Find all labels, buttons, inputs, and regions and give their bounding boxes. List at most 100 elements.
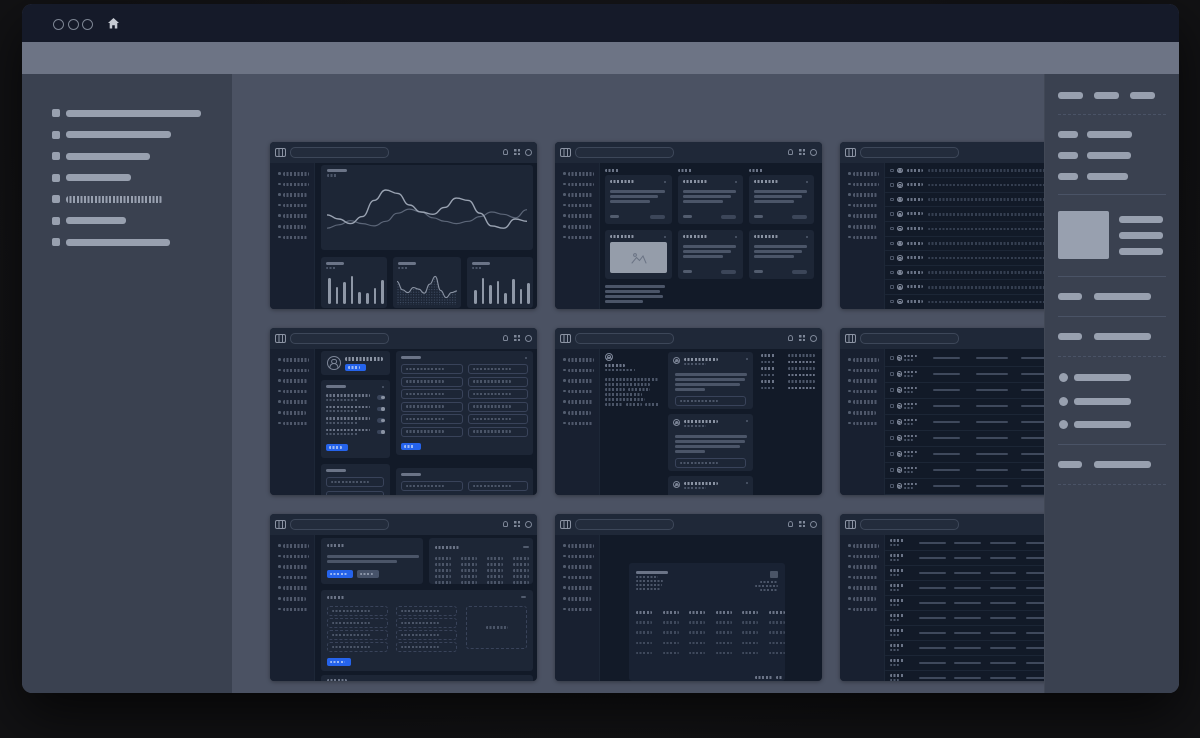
mini-input-field[interactable] [468, 481, 528, 491]
profile-edit-button[interactable] [345, 364, 366, 371]
mini-input-field[interactable] [468, 414, 528, 424]
sidebar-item-1[interactable] [22, 106, 232, 120]
kanban-task-card[interactable] [749, 230, 814, 279]
sidebar-item-2[interactable] [22, 128, 232, 142]
inbox-row-checkbox[interactable] [890, 285, 894, 289]
mini-input-field[interactable] [468, 402, 528, 412]
feed-post-card[interactable] [668, 476, 753, 495]
table-row-checkbox[interactable] [890, 356, 894, 360]
feed-post-card[interactable] [668, 414, 753, 471]
inbox-row-checkbox[interactable] [890, 300, 894, 304]
kanban-task-card[interactable] [749, 175, 814, 224]
save-button[interactable] [326, 444, 348, 451]
table-row-checkbox[interactable] [890, 468, 894, 472]
mini-nav-bullet [848, 597, 851, 600]
button-label-scribble [329, 446, 342, 449]
inspector-tab-3[interactable] [1130, 92, 1155, 99]
dashboard-thumbnail-settings-page[interactable] [270, 328, 537, 495]
mini-secondary-button[interactable] [357, 570, 379, 578]
mini-nav-label-placeholder [568, 555, 594, 559]
inbox-row-checkbox[interactable] [890, 169, 894, 173]
traffic-light-2[interactable] [68, 19, 79, 30]
mini-input-field[interactable] [401, 377, 463, 387]
table-row-checkbox[interactable] [890, 388, 894, 392]
mini-input-field[interactable] [326, 477, 384, 487]
setting-toggle[interactable] [377, 418, 385, 423]
mini-input-field[interactable] [401, 414, 463, 424]
mini-input-field[interactable] [327, 606, 388, 616]
table-row-checkbox[interactable] [890, 484, 894, 488]
mini-input-field[interactable] [468, 364, 528, 374]
sidebar-item-6[interactable] [22, 214, 232, 228]
mini-input-field[interactable] [396, 642, 457, 652]
dashboard-thumbnail-invoice-document[interactable] [555, 514, 822, 681]
inbox-row-checkbox[interactable] [890, 227, 894, 231]
mini-input-field[interactable] [401, 364, 463, 374]
home-icon[interactable] [107, 17, 120, 30]
primary-action-button[interactable] [327, 570, 353, 578]
kanban-task-card[interactable] [605, 230, 672, 279]
table-row-checkbox[interactable] [890, 372, 894, 376]
submit-button[interactable] [401, 443, 421, 450]
dashboard-thumbnail-form-page[interactable] [270, 514, 537, 681]
task-meta-placeholder [610, 215, 619, 218]
mini-input-field[interactable] [327, 630, 388, 640]
table-row-avatar [897, 435, 903, 441]
dashboard-thumbnail-kanban-board[interactable] [555, 142, 822, 309]
sidebar-item-4[interactable] [22, 171, 232, 185]
mini-input-field[interactable] [396, 618, 457, 628]
inspector-option-placeholder[interactable] [1074, 374, 1131, 381]
sidebar-item-5[interactable] [22, 192, 232, 206]
mini-input-field[interactable] [326, 491, 384, 495]
mini-input-field[interactable] [401, 402, 463, 412]
table-row-checkbox[interactable] [890, 436, 894, 440]
mini-nav-label-placeholder [568, 400, 593, 404]
table-row-checkbox[interactable] [890, 404, 894, 408]
sidebar-item-3[interactable] [22, 149, 232, 163]
comment-input[interactable] [675, 458, 746, 468]
kanban-task-card[interactable] [678, 175, 743, 224]
dashboard-thumbnail-social-feed[interactable] [555, 328, 822, 495]
comment-input[interactable] [675, 396, 746, 406]
inbox-row-checkbox[interactable] [890, 256, 894, 260]
sidebar-item-7[interactable] [22, 235, 232, 249]
mini-input-field[interactable] [468, 427, 528, 437]
setting-toggle[interactable] [377, 407, 385, 412]
inbox-row-checkbox[interactable] [890, 183, 894, 187]
mini-input-field[interactable] [327, 642, 388, 652]
mini-input-field[interactable] [468, 377, 528, 387]
mini-input-field[interactable] [401, 427, 463, 437]
inspector-option-placeholder[interactable] [1074, 421, 1131, 428]
inbox-row-checkbox[interactable] [890, 198, 894, 202]
submit-button[interactable] [327, 658, 351, 666]
dashboard-thumbnail-analytics-dashboard[interactable] [270, 142, 537, 309]
panel-title-placeholder [327, 596, 345, 599]
mini-input-field[interactable] [396, 606, 457, 616]
inspector-tab-2[interactable] [1094, 92, 1119, 99]
traffic-light-1[interactable] [53, 19, 64, 30]
setting-toggle[interactable] [377, 430, 385, 435]
inbox-row-checkbox[interactable] [890, 271, 894, 275]
inbox-row-checkbox[interactable] [890, 212, 894, 216]
mini-input-field[interactable] [401, 481, 463, 491]
mini-input-field[interactable] [396, 630, 457, 640]
inspector-option-placeholder[interactable] [1074, 398, 1131, 405]
setting-toggle[interactable] [377, 395, 385, 400]
table-row-checkbox[interactable] [890, 420, 894, 424]
table-row-checkbox[interactable] [890, 452, 894, 456]
kanban-task-card[interactable] [605, 175, 672, 224]
mini-bar [474, 290, 477, 304]
traffic-light-3[interactable] [82, 19, 93, 30]
profile-bio-placeholder [605, 388, 625, 391]
inspector-tab-1[interactable] [1058, 92, 1083, 99]
mini-input-field[interactable] [468, 389, 528, 399]
profile-bio-placeholder [626, 403, 642, 406]
mini-input-field[interactable] [327, 618, 388, 628]
mini-input-field[interactable] [401, 389, 463, 399]
inbox-row-checkbox[interactable] [890, 242, 894, 246]
kanban-task-card[interactable] [678, 230, 743, 279]
mini-sidebar-toggle-icon [845, 148, 856, 157]
user-name-placeholder [904, 371, 917, 374]
mini-nav-label-placeholder [853, 422, 878, 426]
feed-post-card[interactable] [668, 352, 753, 409]
